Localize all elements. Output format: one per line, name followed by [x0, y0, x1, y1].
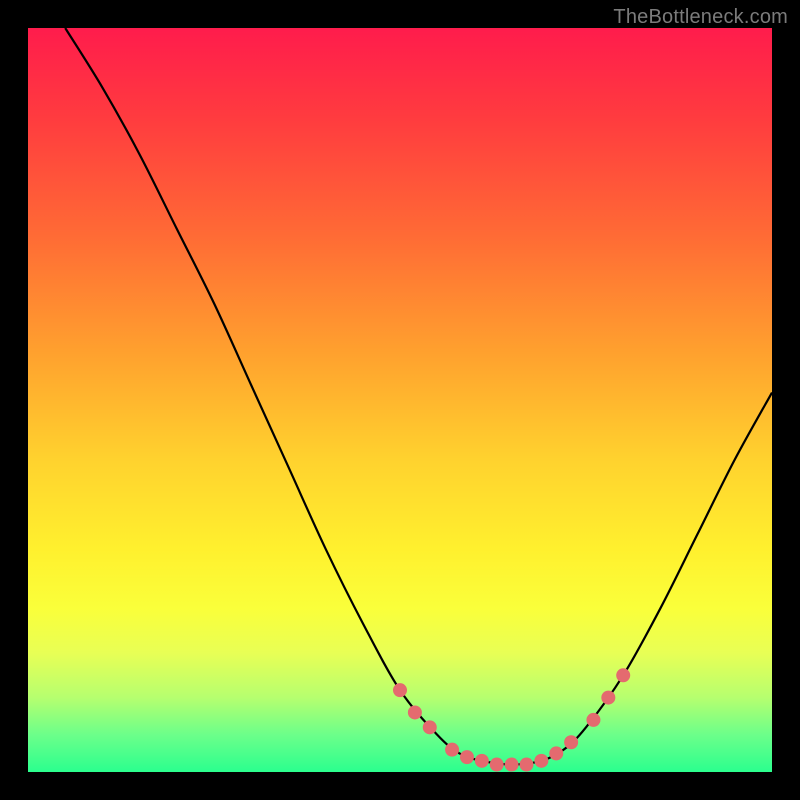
highlighted-points-group: [393, 668, 630, 771]
highlight-point: [393, 683, 407, 697]
highlight-point: [445, 743, 459, 757]
chart-svg: [28, 28, 772, 772]
highlight-point: [564, 735, 578, 749]
bottleneck-curve: [65, 28, 772, 765]
highlight-point: [586, 713, 600, 727]
highlight-point: [423, 720, 437, 734]
highlight-point: [490, 758, 504, 772]
highlight-point: [460, 750, 474, 764]
highlight-point: [408, 705, 422, 719]
highlight-point: [475, 754, 489, 768]
highlight-point: [549, 746, 563, 760]
chart-frame: TheBottleneck.com: [0, 0, 800, 800]
highlight-point: [519, 758, 533, 772]
highlight-point: [601, 691, 615, 705]
highlight-point: [534, 754, 548, 768]
highlight-point: [505, 758, 519, 772]
watermark-text: TheBottleneck.com: [613, 6, 788, 29]
highlight-point: [616, 668, 630, 682]
plot-area: [28, 28, 772, 772]
